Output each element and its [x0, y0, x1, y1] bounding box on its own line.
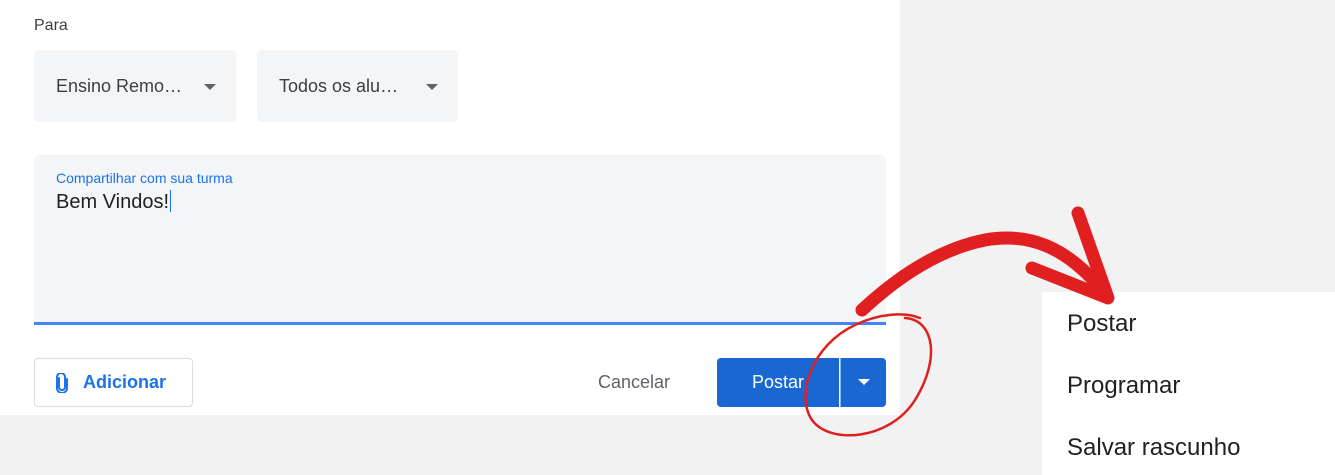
class-select-value: Ensino Remo… [56, 75, 183, 96]
menu-item-schedule[interactable]: Programar [1067, 372, 1180, 400]
announcement-label: Compartilhar com sua turma [56, 170, 233, 186]
to-label: Para [34, 17, 68, 34]
post-composer-card: Para Ensino Remo… Todos os alu… Comparti… [0, 0, 900, 415]
text-cursor [170, 190, 172, 212]
post-options-button[interactable] [840, 358, 886, 407]
menu-item-save-draft[interactable]: Salvar rascunho [1067, 434, 1240, 462]
add-attachment-label: Adicionar [83, 372, 167, 392]
announcement-text: Bem Vindos! [56, 191, 170, 213]
chevron-down-icon [204, 84, 216, 90]
paperclip-icon [56, 372, 68, 393]
students-select[interactable]: Todos os alu… [257, 50, 458, 122]
cancel-button[interactable]: Cancelar [578, 362, 690, 402]
students-select-value: Todos os alu… [279, 75, 399, 96]
menu-item-post[interactable]: Postar [1067, 310, 1136, 338]
annotation-arrowhead [1025, 206, 1115, 305]
chevron-down-icon [426, 84, 438, 90]
announcement-textarea[interactable]: Compartilhar com sua turma Bem Vindos! [34, 155, 886, 325]
post-button[interactable]: Postar [717, 358, 839, 407]
post-options-menu: Postar Programar Salvar rascunho [1042, 292, 1335, 475]
class-select[interactable]: Ensino Remo… [34, 50, 236, 122]
chevron-down-icon [858, 379, 870, 385]
add-attachment-button[interactable]: Adicionar [34, 358, 193, 407]
